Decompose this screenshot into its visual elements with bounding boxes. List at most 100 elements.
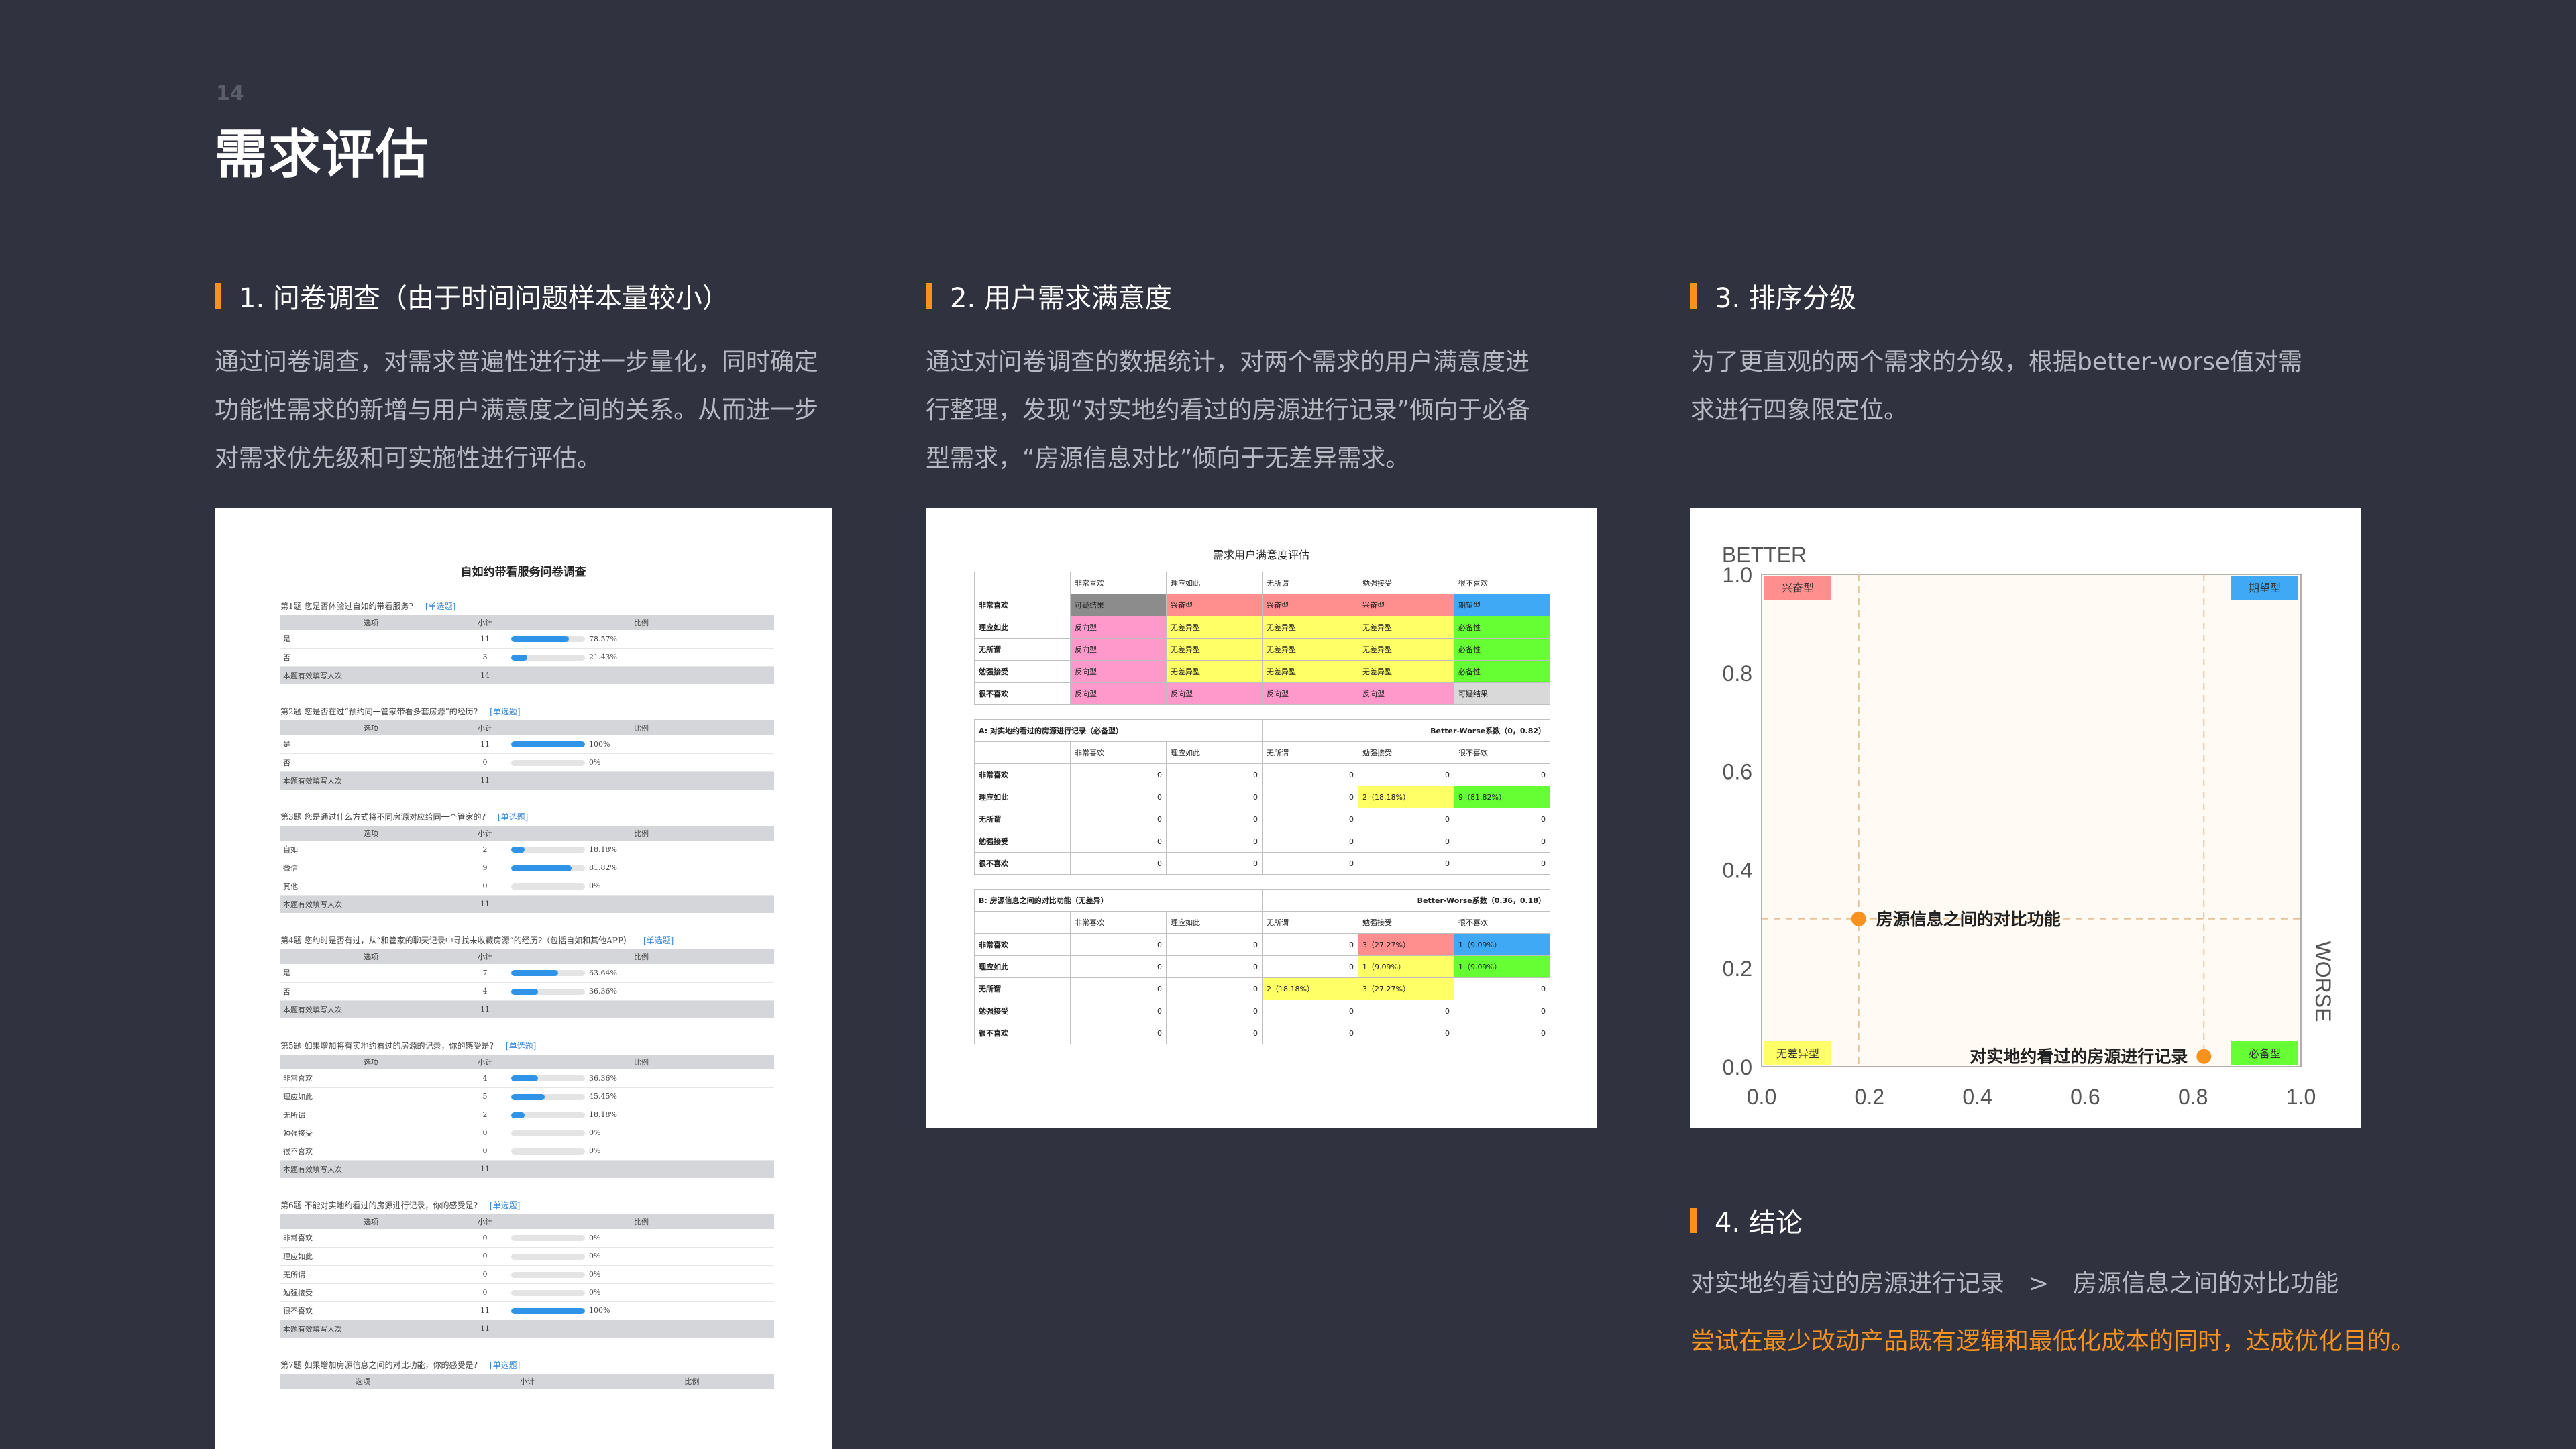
count-cell: 0 xyxy=(1454,763,1550,786)
spacer-cell xyxy=(974,874,1071,890)
count-cell: 0 xyxy=(1454,852,1550,875)
table-row: 非常喜欢 0 0% xyxy=(280,1229,774,1248)
total-row: 本题有效填写人次 11 xyxy=(280,1320,774,1338)
question-text: 第5题 如果增加将有实地约看过的房源的记录，你的感受是? xyxy=(280,1041,494,1051)
option-cell: 勉强接受 xyxy=(280,1124,462,1142)
percent-text: 0% xyxy=(589,881,601,890)
count-cell: 0 xyxy=(462,1142,508,1161)
count-cell: 0 xyxy=(1166,830,1263,853)
count-row: 非常喜欢 0 0 0 3（27.27%） 1（9.09%） xyxy=(974,933,1550,956)
count-cell: 0 xyxy=(1070,1022,1167,1044)
section-1-description: 通过问卷调查，对需求普遍性进行进一步量化，同时确定 功能性需求的新增与用户满意度… xyxy=(215,338,859,483)
category-cell: 反向型 xyxy=(1070,616,1167,639)
better-worse-chart: 兴奋型 期望型无差异型 必备型 0.0 0.2 0.4 0.6 0.8 1.0 0.0 0.2 0.4… xyxy=(1722,543,2335,1109)
total-label: 本题有效填写人次 xyxy=(280,1000,462,1018)
progress-bar-fill xyxy=(511,865,572,871)
percent-text: 18.18% xyxy=(589,1110,617,1119)
count-cell: 0 xyxy=(1166,786,1263,808)
column-header-row: 非常喜欢 理应如此 无所谓 勉强接受 很不喜欢 xyxy=(974,572,1550,594)
question-type-tag: [单选题] xyxy=(497,812,529,822)
count-cell: 0 xyxy=(1454,808,1550,830)
table-header-cell: 选项 xyxy=(280,1055,462,1069)
page-title: 需求评估 xyxy=(215,125,430,185)
survey-question: 第2题 您是否在过“预约同一管家带看多套房源”的经历? [单选题] 选项 小计 比例是 1… xyxy=(280,703,774,790)
question-result-table: 选项 小计 比例 非常喜欢 0 0% 理应如此 0 0% 无所谓 0 0% 勉强接受 0 0% 很不喜欢 11 1… xyxy=(280,1214,774,1338)
corner-cell xyxy=(974,911,1071,934)
section-2-description: 通过对问卷调查的数据统计，对两个需求的用户满意度进 行整理，发现“对实地约看过的… xyxy=(926,338,1597,483)
table-header-cell: 小计 xyxy=(462,1214,508,1229)
table-header-cell: 小计 xyxy=(462,949,508,964)
count-cell: 0 xyxy=(1070,786,1167,808)
percent-text: 0% xyxy=(589,1288,601,1297)
row-header-cell: 很不喜欢 xyxy=(974,1022,1071,1044)
percent-text: 78.57% xyxy=(589,634,617,643)
option-cell: 是 xyxy=(280,735,462,754)
count-cell: 0 xyxy=(1262,830,1358,853)
count-cell: 0 xyxy=(1166,852,1263,875)
block-name-cell: B: 房源信息之间的对比功能（无差异） xyxy=(974,889,1263,912)
section-4-heading: 4. 结论 xyxy=(1690,1203,1803,1238)
category-cell: 必备性 xyxy=(1454,660,1550,683)
count-cell: 0 xyxy=(462,1124,508,1142)
count-cell: 0 xyxy=(1262,933,1358,956)
count-cell: 0 xyxy=(1070,808,1167,830)
row-header-cell: 勉强接受 xyxy=(974,830,1071,853)
count-cell: 0 xyxy=(1262,955,1358,978)
count-cell: 0 xyxy=(1358,1022,1454,1044)
table-row: 理应如此 5 45.45% xyxy=(280,1087,774,1106)
survey-question: 第7题 如果增加房源信息之间的对比功能，你的感受是? [单选题] 选项 小计 比例 xyxy=(280,1356,774,1389)
category-cell: 无差异型 xyxy=(1166,638,1263,661)
question-title: 第3题 您是通过什么方式将不同房源对应给同一个管家的? [单选题] xyxy=(280,808,774,826)
heading-accent-bar xyxy=(215,283,221,309)
category-cell: 可疑结果 xyxy=(1070,594,1167,616)
matrix-row: 勉强接受 反向型 无差异型 无差异型 无差异型 必备性 xyxy=(974,660,1550,683)
total-count: 11 xyxy=(462,1160,508,1178)
percent-text: 36.36% xyxy=(589,987,617,996)
category-cell: 反向型 xyxy=(1166,682,1263,705)
progress-bar-fill xyxy=(511,1075,538,1082)
percent-cell: 0% xyxy=(508,1124,774,1142)
total-count: 11 xyxy=(462,1000,508,1018)
percent-text: 81.82% xyxy=(589,863,617,872)
option-cell: 是 xyxy=(280,630,462,649)
spacer-cell xyxy=(1070,704,1167,720)
column-header-cell: 无所谓 xyxy=(1262,741,1358,764)
total-label: 本题有效填写人次 xyxy=(280,666,462,684)
table-header-cell: 小计 xyxy=(462,1055,508,1069)
section-2-heading-text: 2. 用户需求满意度 xyxy=(950,283,1172,314)
x-tick-label: 0.4 xyxy=(1962,1085,1992,1109)
category-cell: 无差异型 xyxy=(1166,660,1263,683)
spacer-cell xyxy=(1070,874,1167,890)
count-cell: 0 xyxy=(1358,763,1454,786)
progress-bar xyxy=(511,1148,585,1155)
percent-cell: 0% xyxy=(508,753,774,772)
survey-questions: 第1题 您是否体验过自如约带看服务? [单选题] 选项 小计 比例是 11 78.57% 否 3… xyxy=(215,598,832,1389)
text-line: 功能性需求的新增与用户满意度之间的关系。从而进一步 xyxy=(215,396,819,424)
question-text: 第1题 您是否体验过自如约带看服务? xyxy=(280,602,413,611)
block-coef-cell: Better-Worse系数（0，0.82） xyxy=(1262,719,1550,742)
option-cell: 很不喜欢 xyxy=(280,1301,462,1320)
category-cell: 反向型 xyxy=(1262,682,1358,705)
option-cell: 微信 xyxy=(280,859,462,877)
percent-text: 100% xyxy=(589,739,610,749)
total-empty xyxy=(508,771,774,790)
count-cell: 0 xyxy=(1070,763,1167,786)
progress-bar xyxy=(511,1093,585,1100)
option-cell: 其他 xyxy=(280,877,462,896)
question-result-table: 选项 小计 比例是 11 100% 否 0 0% 本题有效填写人次 11 xyxy=(280,720,774,790)
corner-cell xyxy=(974,572,1071,594)
option-cell: 无所谓 xyxy=(280,1106,462,1124)
count-row: 很不喜欢 0 0 0 0 0 xyxy=(974,852,1550,875)
row-header-cell: 很不喜欢 xyxy=(974,852,1071,875)
count-cell: 0 xyxy=(1262,786,1358,808)
question-result-table: 选项 小计 比例 自如 2 18.18% 微信 9 81.82% 其他 0 0% 本题有效填写人次 11 xyxy=(280,826,774,913)
text-line: 对需求优先级和可实施性进行评估。 xyxy=(215,445,602,472)
count-row: 无所谓 0 0 0 0 0 xyxy=(974,808,1550,830)
total-count: 11 xyxy=(462,771,508,790)
percent-cell: 0% xyxy=(508,1265,774,1284)
spacer-cell xyxy=(1454,874,1550,890)
question-result-table: 选项 小计 比例 非常喜欢 4 36.36% 理应如此 5 45.45% 无所谓 2 18.18% 勉强… xyxy=(280,1055,774,1178)
percent-text: 0% xyxy=(589,1146,601,1155)
progress-bar-fill xyxy=(511,988,538,995)
count-cell: 0 xyxy=(1262,852,1358,875)
